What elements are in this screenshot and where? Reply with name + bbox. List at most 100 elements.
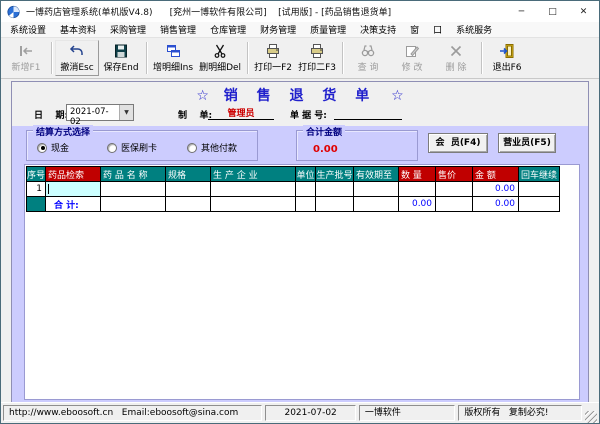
edit-icon xyxy=(404,43,420,59)
menu-system-service[interactable]: 系统服务 xyxy=(449,23,499,36)
radio-insurance-card[interactable]: 医保刷卡 xyxy=(107,141,157,154)
price-cell[interactable] xyxy=(436,182,473,197)
radio-unselected-icon[interactable] xyxy=(187,143,197,153)
menu-sales[interactable]: 销售管理 xyxy=(153,23,203,36)
spec-cell[interactable] xyxy=(166,182,211,197)
total-row-label: 合 计: xyxy=(46,197,101,212)
menu-window[interactable]: 窗 xyxy=(403,23,426,36)
radio-unselected-icon[interactable] xyxy=(107,143,117,153)
toolbar: 新增F1 撤消Esc 保存End 增明 xyxy=(1,38,599,79)
resize-grip[interactable] xyxy=(585,411,597,423)
total-row: 合 计: 0.00 0.00 xyxy=(27,197,560,212)
header-drug-name: 药 品 名 称 xyxy=(101,167,166,182)
amount-cell: 0.00 xyxy=(473,182,519,197)
window-title: 一博药店管理系统(单机版V4.8) [兖州一博软件有限公司] [试用版] - [… xyxy=(26,5,391,18)
total-amount: 0.00 xyxy=(473,197,519,212)
menu-bar: 系统设置 基本资料 采购管理 销售管理 仓库管理 财务管理 质量管理 决策支持 … xyxy=(1,22,599,38)
form-title-text: 销 售 退 货 单 xyxy=(224,88,377,104)
payment-group-label: 结算方式选择 xyxy=(33,125,93,138)
radio-selected-icon[interactable] xyxy=(37,143,47,153)
close-button[interactable]: ✕ xyxy=(568,1,599,22)
undo-icon xyxy=(69,43,85,59)
exit-button[interactable]: 退出F6 xyxy=(485,40,529,76)
member-button[interactable]: 会 员(F4) xyxy=(428,133,488,153)
header-index: 序号 xyxy=(27,167,46,182)
header-manufacturer: 生 产 企 业 xyxy=(211,167,296,182)
payment-section: 结算方式选择 现金 医保刷卡 其他付款 合计金额 0.00 会 员(F4) xyxy=(12,126,588,164)
binoculars-icon xyxy=(360,43,376,59)
enter-continue-cell xyxy=(519,182,560,197)
total-quantity: 0.00 xyxy=(399,197,436,212)
save-button[interactable]: 保存End xyxy=(99,40,143,76)
total-amount-groupbox: 合计金额 0.00 xyxy=(296,130,418,161)
add-detail-icon xyxy=(165,43,181,59)
payment-method-groupbox: 结算方式选择 现金 医保刷卡 其他付款 xyxy=(26,130,258,161)
modify-button: 修 改 xyxy=(390,40,434,76)
print1-button[interactable]: 打印一F2 xyxy=(251,40,295,76)
header-batch-no: 生产批号 xyxy=(316,167,354,182)
header-price: 售价 xyxy=(436,167,473,182)
receipt-no-label: 单 据 号: xyxy=(290,108,327,121)
delete-detail-button[interactable]: 删明细Del xyxy=(196,40,244,76)
maker-value: 管理员 xyxy=(208,106,274,120)
app-icon xyxy=(7,4,20,20)
delete-button: 删 除 xyxy=(434,40,478,76)
menu-system-settings[interactable]: 系统设置 xyxy=(3,23,53,36)
menu-window-box[interactable]: 口 xyxy=(426,23,449,36)
form-header-section: ☆ 销 售 退 货 单 ☆ 日 期: 2021-07-02 ▼ 制 单: 管理员… xyxy=(12,82,588,126)
print2-button[interactable]: 打印二F3 xyxy=(295,40,339,76)
radio-other-payment[interactable]: 其他付款 xyxy=(187,141,237,154)
header-quantity: 数 量 xyxy=(399,167,436,182)
new-icon xyxy=(18,43,34,59)
menu-warehouse[interactable]: 仓库管理 xyxy=(203,23,253,36)
unit-cell[interactable] xyxy=(296,182,316,197)
search-button: 查 询 xyxy=(346,40,390,76)
toolbar-separator xyxy=(342,42,343,74)
form-title: ☆ 销 售 退 货 单 ☆ xyxy=(12,85,588,105)
menu-quality[interactable]: 质量管理 xyxy=(303,23,353,36)
items-grid: 序号 药品检索 药 品 名 称 规格 生 产 企 业 单位 生产批号 有效期至 … xyxy=(26,166,560,212)
status-bar: http://www.eboosoft.cn Email:eboosoft@si… xyxy=(1,402,599,423)
dropdown-arrow-icon[interactable]: ▼ xyxy=(119,105,133,120)
menu-purchase[interactable]: 采购管理 xyxy=(103,23,153,36)
expiry-cell[interactable] xyxy=(354,182,399,197)
add-detail-button[interactable]: 增明细Ins xyxy=(150,40,196,76)
radio-cash[interactable]: 现金 xyxy=(37,141,69,154)
date-value: 2021-07-02 xyxy=(67,105,119,120)
drug-search-cell[interactable] xyxy=(46,182,101,197)
table-row: 1 0.00 xyxy=(27,182,560,197)
maximize-button[interactable]: □ xyxy=(537,1,568,22)
status-company: 一博软件 xyxy=(359,405,455,421)
toolbar-separator xyxy=(146,42,147,74)
app-window: 一博药店管理系统(单机版V4.8) [兖州一博软件有限公司] [试用版] - [… xyxy=(0,0,600,424)
clerk-button[interactable]: 营业员(F5) xyxy=(498,133,556,153)
header-drug-search: 药品检索 xyxy=(46,167,101,182)
star-icon: ☆ xyxy=(196,88,209,104)
date-combobox[interactable]: 2021-07-02 ▼ xyxy=(66,104,134,121)
menu-finance[interactable]: 财务管理 xyxy=(253,23,303,36)
batch-no-cell[interactable] xyxy=(316,182,354,197)
header-enter-continue: 回车继续 xyxy=(519,167,560,182)
drug-name-cell[interactable] xyxy=(101,182,166,197)
quantity-cell[interactable] xyxy=(399,182,436,197)
menu-decision[interactable]: 决策支持 xyxy=(353,23,403,36)
save-icon xyxy=(113,43,129,59)
toolbar-separator xyxy=(247,42,248,74)
header-spec: 规格 xyxy=(166,167,211,182)
text-caret xyxy=(48,184,49,194)
title-bar: 一博药店管理系统(单机版V4.8) [兖州一博软件有限公司] [试用版] - [… xyxy=(1,1,599,22)
status-website: http://www.eboosoft.cn Email:eboosoft@si… xyxy=(3,405,262,421)
exit-door-icon xyxy=(499,43,515,59)
printer-icon xyxy=(265,43,281,59)
new-button: 新增F1 xyxy=(4,40,48,76)
menu-base-data[interactable]: 基本资料 xyxy=(53,23,103,36)
undo-button[interactable]: 撤消Esc xyxy=(55,40,99,76)
header-amount: 金 额 xyxy=(473,167,519,182)
printer-icon xyxy=(309,43,325,59)
minimize-button[interactable]: ─ xyxy=(506,1,537,22)
toolbar-separator xyxy=(481,42,482,74)
manufacturer-cell[interactable] xyxy=(211,182,296,197)
radio-insurance-label: 医保刷卡 xyxy=(121,141,157,154)
star-icon: ☆ xyxy=(391,88,404,104)
row1-index: 1 xyxy=(27,182,46,197)
